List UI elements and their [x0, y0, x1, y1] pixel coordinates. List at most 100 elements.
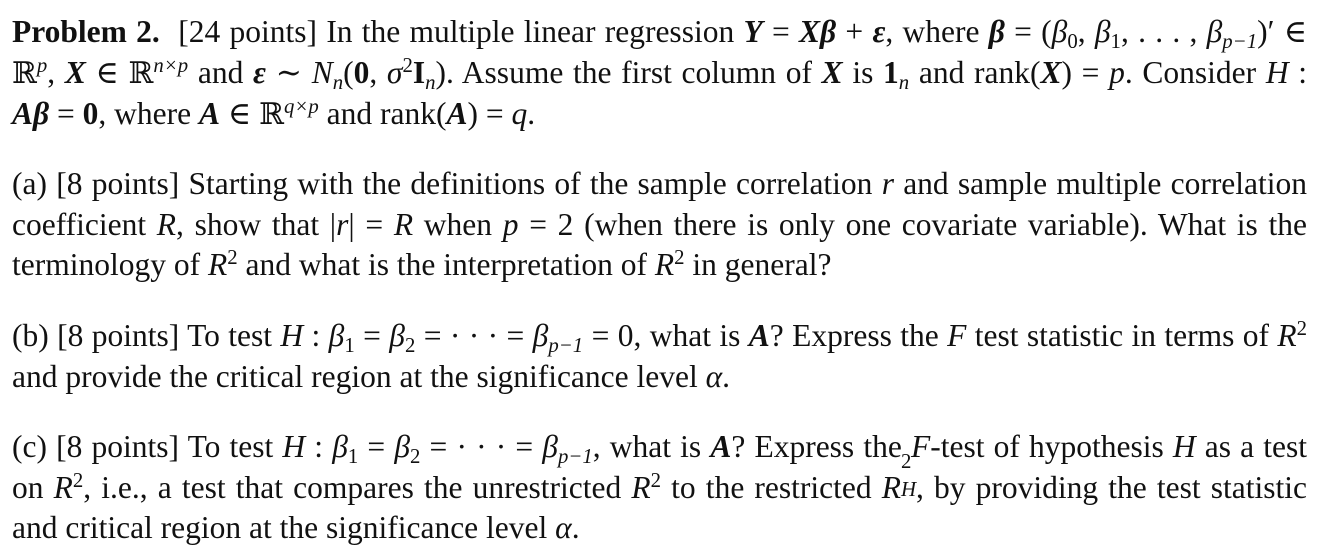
text: , show that | — [176, 206, 337, 242]
math-epsilon: ε — [872, 14, 886, 49]
math-R: R — [53, 469, 73, 505]
math-p: p — [1109, 54, 1125, 90]
part-points: [8 points] — [57, 318, 180, 353]
math-r: r — [881, 166, 894, 201]
text: . — [722, 358, 731, 394]
subscript: 1 — [347, 445, 359, 469]
math-beta1: β — [332, 429, 348, 464]
math-H: H — [280, 318, 304, 353]
math-A: A — [199, 96, 221, 131]
text: ). Assume the first column of — [435, 54, 822, 90]
subscript: 2 — [410, 445, 421, 469]
math-N: N — [311, 54, 333, 90]
math-beta-p-1: β — [532, 318, 549, 353]
superscript: 2 — [72, 468, 84, 492]
text: = — [762, 14, 799, 49]
subscript: n — [332, 70, 344, 94]
text: = · · · = — [415, 318, 533, 353]
subscript: p−1 — [548, 334, 584, 358]
text: and rank( — [909, 54, 1041, 90]
math-p: p — [502, 206, 519, 242]
math-alpha: α — [705, 358, 723, 394]
text: , — [1077, 14, 1095, 49]
text: when — [413, 206, 503, 242]
subscript: 0 — [1067, 30, 1078, 54]
math-beta1: β — [328, 318, 345, 353]
math-reals: ℝ — [128, 55, 154, 91]
math-X: X — [821, 54, 843, 90]
problem-statement: Problem 2. [24 points] In the multiple l… — [12, 12, 1307, 136]
part-c: (c) [8 points] To test H : β1 = β2 = · ·… — [12, 427, 1307, 549]
text: = — [354, 318, 390, 353]
text: -test of hypothesis — [930, 429, 1173, 464]
text: In the multiple linear regression — [326, 14, 744, 49]
part-points: [8 points] — [56, 166, 180, 201]
math-H: H — [282, 429, 306, 464]
text: . — [571, 510, 580, 545]
math-X: X — [1040, 54, 1062, 90]
text: : — [1288, 54, 1307, 90]
math-R: R — [631, 469, 651, 505]
text: . Consider — [1124, 54, 1266, 90]
math-beta-p-1: β — [542, 429, 558, 464]
math-identity: I — [412, 54, 426, 90]
math-beta1: β — [1094, 14, 1111, 49]
text: : — [303, 318, 329, 353]
text: To test — [179, 429, 283, 464]
text: , — [369, 54, 387, 90]
superscript: q×p — [283, 95, 319, 119]
superscript: 2 — [1296, 317, 1307, 341]
math-X: X — [799, 14, 821, 49]
superscript: 2 — [674, 246, 685, 270]
text: , what is — [592, 429, 711, 464]
text: To test — [179, 318, 281, 353]
math-A: A — [446, 96, 468, 131]
problem-points: [24 points] — [178, 14, 318, 49]
subscript: 1 — [1110, 30, 1121, 54]
text: : — [305, 429, 333, 464]
subscript: n — [898, 70, 910, 94]
math-beta-p-1: β — [1206, 14, 1223, 49]
text: Starting with the definitions of the sam… — [179, 166, 882, 201]
math-zero-vector: 0 — [353, 54, 370, 90]
text: in general? — [684, 247, 832, 282]
text: = · · · = — [420, 429, 543, 464]
math-H: H — [1265, 54, 1289, 90]
part-label: (c) — [12, 429, 47, 464]
text: = 0, what is — [583, 318, 749, 353]
superscript: 2 — [402, 53, 413, 77]
math-X: X — [64, 54, 86, 90]
superscript: 2 — [901, 449, 912, 473]
text: ) = — [467, 96, 512, 131]
text: test statistic in terms of — [966, 318, 1278, 353]
math-r: r — [336, 206, 349, 242]
subscript: 2 — [404, 334, 416, 358]
math-reals: ℝ — [12, 55, 37, 91]
subscript: H — [901, 477, 917, 501]
text: ∼ — [265, 54, 312, 90]
math-Y: Y — [743, 14, 763, 49]
math-R: R — [207, 247, 228, 282]
math-H: H — [1172, 429, 1196, 464]
text: to the restricted — [661, 469, 882, 505]
text: ) = — [1061, 54, 1110, 90]
superscript: n×p — [153, 53, 189, 77]
problem-document: Problem 2. [24 points] In the multiple l… — [0, 0, 1320, 558]
text: = — [49, 96, 83, 131]
part-b: (b) [8 points] To test H : β1 = β2 = · ·… — [12, 316, 1307, 397]
problem-title: Problem 2. — [12, 14, 160, 49]
subscript: 1 — [344, 334, 355, 358]
math-epsilon: ε — [253, 54, 266, 90]
text: + — [836, 14, 873, 49]
text: . — [527, 96, 536, 131]
math-beta: β — [33, 96, 50, 131]
subscript: p−1 — [557, 445, 593, 469]
text: = — [358, 429, 395, 464]
superscript: p — [36, 53, 48, 77]
text: , where — [98, 96, 199, 131]
math-q: q — [511, 96, 528, 131]
text: ( — [343, 54, 354, 90]
text: and provide the critical region at the s… — [12, 358, 706, 394]
text: , i.e., a test that compares the unrestr… — [83, 469, 632, 505]
math-alpha: α — [555, 510, 572, 545]
